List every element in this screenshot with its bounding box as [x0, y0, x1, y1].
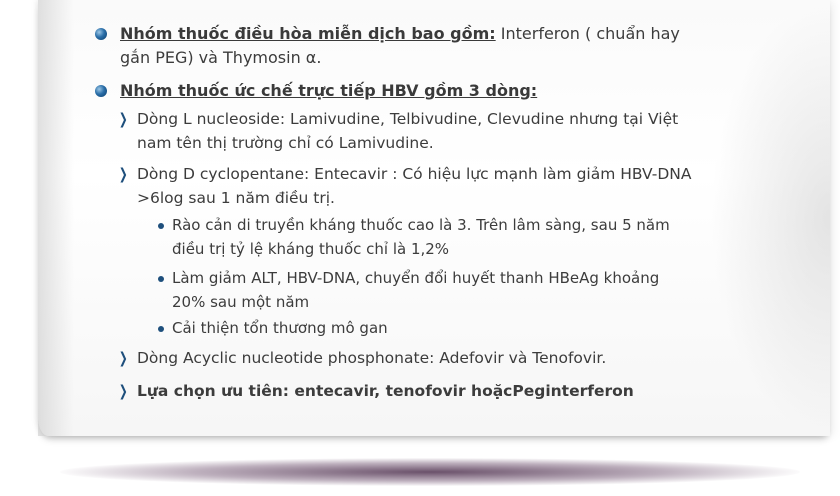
chevron-right-icon: ❯ — [118, 110, 128, 128]
small-dot-bullet-icon — [158, 223, 164, 229]
slide-content: Nhóm thuốc điều hòa miễn dịch bao gồm: I… — [0, 0, 840, 436]
subitem-d-cyclopentane: ❯ Dòng D cyclopentane: Entecavir : Có hi… — [119, 162, 697, 210]
chevron-right-icon: ❯ — [118, 349, 128, 367]
blue-sphere-bullet-icon — [95, 85, 107, 97]
subitem-acyclic-nucleotide: ❯ Dòng Acyclic nucleotide phosphonate: A… — [119, 346, 697, 370]
preferred-choice: ❯ Lựa chọn ưu tiên: entecavir, tenofovir… — [119, 379, 697, 403]
bullet-antiviral-groups: Nhóm thuốc ức chế trực tiếp HBV gồm 3 dò… — [95, 79, 700, 103]
detail-bullet-liver-tissue: Cải thiện tổn thương mô gan — [158, 316, 692, 340]
blue-sphere-bullet-icon — [95, 28, 107, 40]
chevron-right-icon: ❯ — [118, 165, 128, 183]
detail-text: Cải thiện tổn thương mô gan — [172, 319, 388, 337]
detail-text: Rào cản di truyền kháng thuốc cao là 3. … — [172, 216, 670, 258]
detail-bullet-alt-reduction: Làm giảm ALT, HBV-DNA, chuyển đổi huyết … — [158, 266, 692, 314]
bullet-immunomodulators: Nhóm thuốc điều hòa miễn dịch bao gồm: I… — [95, 22, 700, 70]
small-dot-bullet-icon — [158, 276, 164, 282]
small-dot-bullet-icon — [158, 326, 164, 332]
detail-text: Làm giảm ALT, HBV-DNA, chuyển đổi huyết … — [172, 269, 660, 311]
subitem-l-nucleoside: ❯ Dòng L nucleoside: Lamivudine, Telbivu… — [119, 107, 697, 155]
subitem-text: Dòng Acyclic nucleotide phosphonate: Ade… — [137, 349, 607, 367]
subitem-text: Dòng D cyclopentane: Entecavir : Có hiệu… — [137, 165, 692, 207]
chevron-right-icon: ❯ — [118, 382, 128, 400]
bullet-heading: Nhóm thuốc ức chế trực tiếp HBV gồm 3 dò… — [120, 81, 538, 100]
bullet-heading: Nhóm thuốc điều hòa miễn dịch bao gồm: — [120, 24, 496, 43]
preferred-choice-text: Lựa chọn ưu tiên: entecavir, tenofovir h… — [137, 382, 634, 400]
paper-shadow — [60, 458, 800, 486]
subitem-text: Dòng L nucleoside: Lamivudine, Telbivudi… — [137, 110, 679, 152]
detail-bullet-genetic-barrier: Rào cản di truyền kháng thuốc cao là 3. … — [158, 213, 692, 261]
